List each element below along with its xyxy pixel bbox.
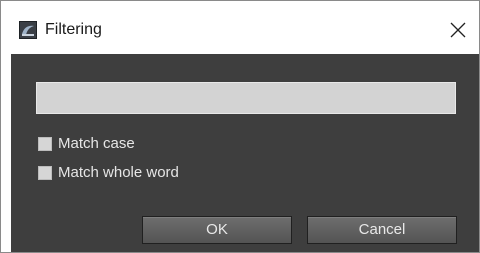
close-icon xyxy=(450,22,466,38)
close-button[interactable] xyxy=(441,13,475,47)
window-title: Filtering xyxy=(45,21,102,38)
title-bar[interactable]: Filtering xyxy=(1,1,479,54)
match-case-label: Match case xyxy=(58,135,135,152)
match-case-option[interactable]: Match case xyxy=(38,134,178,154)
filter-text-input[interactable] xyxy=(36,82,456,114)
match-whole-word-label: Match whole word xyxy=(58,164,179,181)
match-whole-word-option[interactable]: Match whole word xyxy=(38,163,228,183)
ok-button[interactable]: OK xyxy=(142,216,292,244)
match-case-checkbox[interactable] xyxy=(38,137,52,151)
app-logo-icon xyxy=(19,21,37,39)
dialog-body: Match case Match whole word OK Cancel xyxy=(11,54,479,252)
cancel-button[interactable]: Cancel xyxy=(307,216,457,244)
match-whole-word-checkbox[interactable] xyxy=(38,166,52,180)
filtering-dialog: Filtering Match case Match whole word OK… xyxy=(0,0,480,253)
